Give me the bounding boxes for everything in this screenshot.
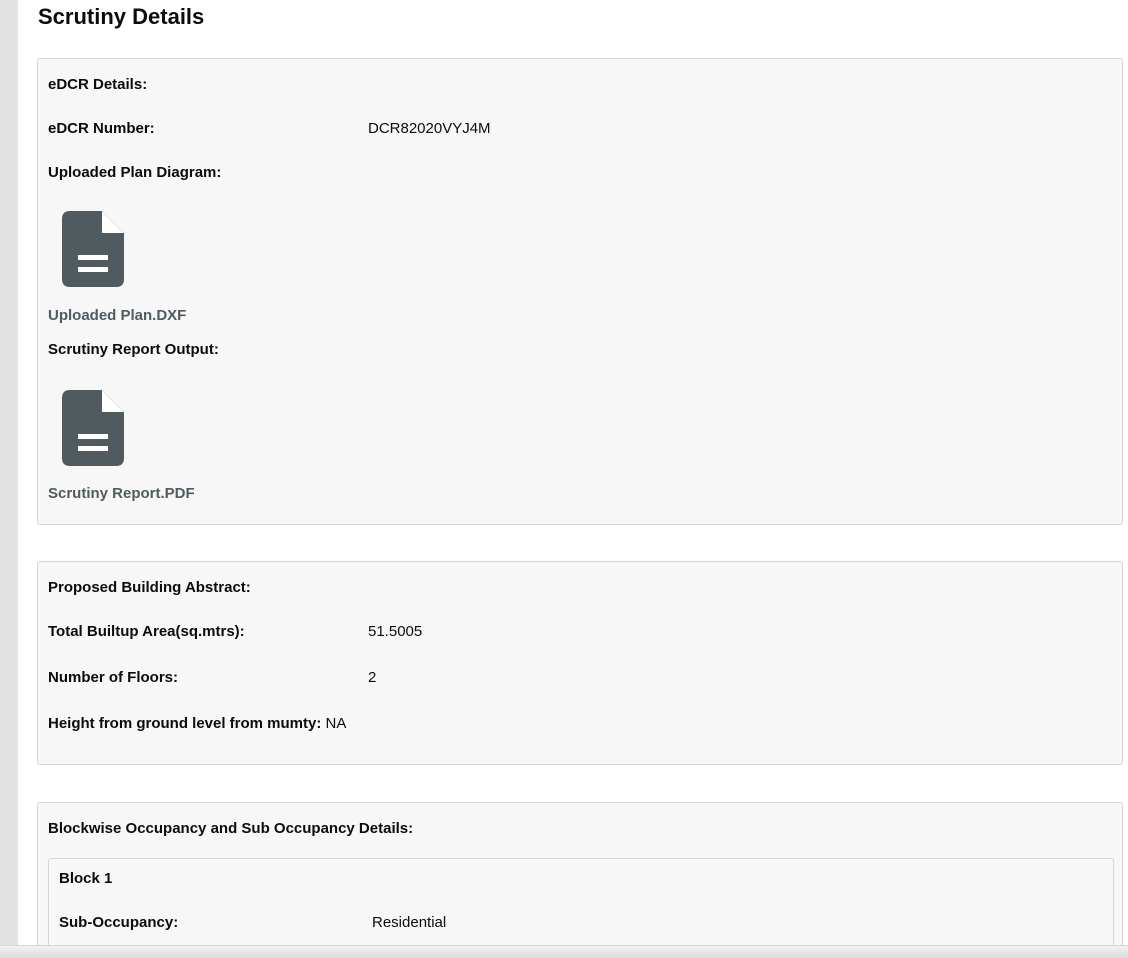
document-icon[interactable] [62,211,124,287]
number-of-floors-label: Number of Floors: [48,669,178,686]
blockwise-heading: Blockwise Occupancy and Sub Occupancy De… [48,820,414,837]
edcr-number-label: eDCR Number: [48,120,155,137]
edcr-details-card: eDCR Details: eDCR Number: DCR82020VYJ4M… [37,58,1123,525]
total-builtup-area-value: 51.5005 [368,623,423,640]
scrutiny-report-file-link[interactable]: Scrutiny Report.PDF [48,485,195,502]
blockwise-occupancy-card: Blockwise Occupancy and Sub Occupancy De… [37,802,1123,958]
page-title: Scrutiny Details [38,4,205,29]
height-label: Height from ground level from mumty: [48,715,322,732]
height-value: NA [325,715,347,732]
building-abstract-heading: Proposed Building Abstract: [48,579,251,596]
number-of-floors-value: 2 [368,669,377,686]
block-title: Block 1 [59,870,113,887]
sub-occupancy-label: Sub-Occupancy: [59,914,179,931]
sub-occupancy-value: Residential [372,914,447,931]
building-abstract-card: Proposed Building Abstract: Total Builtu… [37,561,1123,765]
document-icon[interactable] [62,390,124,466]
bottom-bar [0,945,1128,958]
uploaded-plan-file-link[interactable]: Uploaded Plan.DXF [48,307,186,324]
height-row: Height from ground level from mumty: NA [48,714,346,734]
edcr-number-value: DCR82020VYJ4M [368,120,491,137]
edcr-details-heading: eDCR Details: [48,76,148,93]
scrutiny-report-label: Scrutiny Report Output: [48,341,219,358]
uploaded-plan-label: Uploaded Plan Diagram: [48,164,222,181]
block-card: Block 1 Sub-Occupancy: Residential [48,858,1114,958]
total-builtup-area-label: Total Builtup Area(sq.mtrs): [48,623,245,640]
left-sidebar-rail [0,0,18,958]
